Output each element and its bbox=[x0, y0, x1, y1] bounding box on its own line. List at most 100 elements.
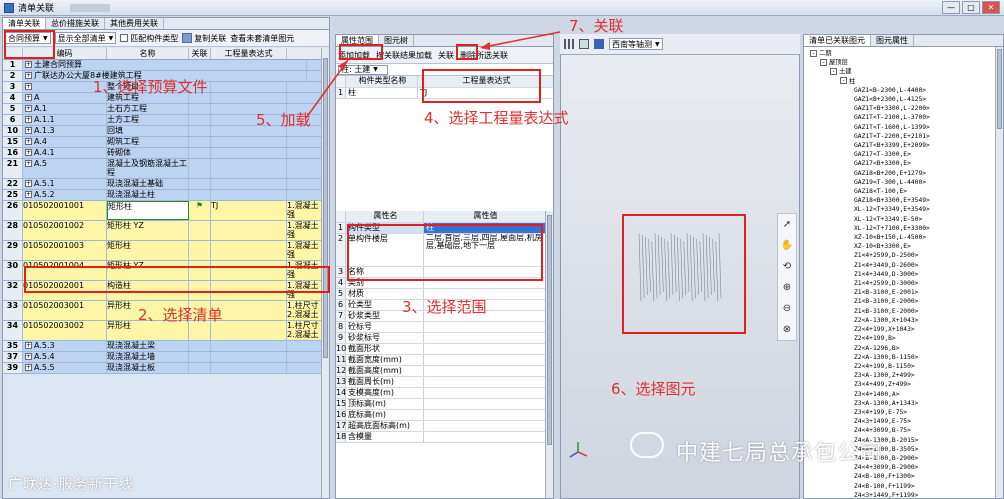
property-value[interactable] bbox=[424, 344, 545, 354]
collapse-icon[interactable]: - bbox=[840, 77, 847, 85]
table-row[interactable]: 35 + A.5.3 现浇混凝土梁 bbox=[3, 341, 327, 352]
property-row[interactable]: 14 支模高度(m) bbox=[336, 388, 545, 399]
tab-element-props[interactable]: 图元属性 bbox=[871, 35, 914, 46]
row-expression[interactable] bbox=[211, 159, 287, 178]
tree-item[interactable]: XZ-10<B+150,L-4500> bbox=[854, 233, 1003, 242]
right-scroll-thumb[interactable] bbox=[997, 49, 1002, 129]
model-column-line[interactable] bbox=[699, 240, 703, 293]
property-value[interactable] bbox=[424, 267, 545, 277]
model-column-line[interactable] bbox=[657, 234, 661, 296]
table-row[interactable]: 30 010502001004 矩形柱 YZ 1.混凝土强 bbox=[3, 261, 327, 281]
tree-item[interactable]: GAZ1<B+2300,L-4125> bbox=[854, 95, 1003, 104]
property-row[interactable]: 9 砂浆标号 bbox=[336, 333, 545, 344]
tree-item[interactable]: GAZ1<B-2300,L-4400> bbox=[854, 86, 1003, 95]
tree-item[interactable]: Z2<A-1296,B> bbox=[854, 344, 1003, 353]
row-expression[interactable] bbox=[211, 281, 287, 300]
tree-item[interactable]: Z2<A-1300,B-1150> bbox=[854, 353, 1003, 362]
tree-item[interactable]: XL-12<T+7100,E+3300> bbox=[854, 224, 1003, 233]
tab-attr-range[interactable]: 属性范围 bbox=[336, 35, 379, 46]
model-column-line[interactable] bbox=[686, 232, 690, 293]
property-row[interactable]: 3 名称 bbox=[336, 267, 545, 278]
zoom-all-icon[interactable]: ⊗ bbox=[780, 323, 794, 337]
property-row[interactable]: 18 含模量 bbox=[336, 432, 545, 443]
table-row[interactable]: 21 + A.5 混凝土及钢筋混凝土工程 bbox=[3, 159, 327, 179]
property-value[interactable] bbox=[424, 355, 545, 365]
row-name[interactable]: 现浇混凝土基础 bbox=[107, 179, 189, 189]
tree-item[interactable]: Z2<4+199,X+1043> bbox=[854, 325, 1003, 334]
row-expression[interactable] bbox=[211, 241, 287, 260]
3d-viewport[interactable] bbox=[560, 34, 800, 499]
model-column-line[interactable] bbox=[645, 236, 648, 296]
expand-icon[interactable]: + bbox=[25, 149, 32, 156]
property-value[interactable] bbox=[424, 421, 545, 431]
column-model-graphic[interactable] bbox=[561, 35, 801, 499]
property-row[interactable]: 13 截面周长(m) bbox=[336, 377, 545, 388]
model-column-line[interactable] bbox=[696, 238, 699, 296]
middle-scroll-thumb[interactable] bbox=[547, 215, 552, 445]
table-row[interactable]: 15 + A.4 砌筑工程 bbox=[3, 137, 327, 148]
model-column-line[interactable] bbox=[718, 232, 722, 299]
row-expression[interactable] bbox=[211, 261, 287, 280]
budget-select[interactable]: 合同预算 ▼ bbox=[5, 32, 51, 44]
close-button[interactable]: ✕ bbox=[982, 1, 1000, 14]
row-name[interactable]: 砖砌体 bbox=[107, 148, 189, 158]
table-row[interactable]: 28 010502001002 矩形柱 YZ 1.混凝土强 bbox=[3, 221, 327, 241]
tree-item[interactable]: Z1<4+2599,D-3000> bbox=[854, 279, 1003, 288]
model-column-line[interactable] bbox=[712, 238, 715, 293]
tab-linked-elements[interactable]: 清单已关联图元 bbox=[804, 35, 871, 46]
collapse-icon[interactable]: - bbox=[810, 49, 817, 57]
expand-icon[interactable]: + bbox=[25, 83, 32, 90]
expand-icon[interactable]: + bbox=[25, 353, 32, 360]
row-name[interactable]: 回填 bbox=[107, 126, 189, 136]
model-column-line[interactable] bbox=[667, 240, 671, 299]
table-row[interactable]: 1 + 土建合同预算 bbox=[3, 60, 327, 71]
collapse-icon[interactable]: - bbox=[820, 58, 827, 66]
middle-scrollbar[interactable] bbox=[545, 211, 553, 498]
minimize-button[interactable]: — bbox=[942, 1, 960, 14]
model-column-line[interactable] bbox=[661, 236, 664, 293]
property-value[interactable] bbox=[424, 432, 545, 442]
expand-icon[interactable]: + bbox=[25, 105, 32, 112]
tab-bill-link[interactable]: 清单关联 bbox=[3, 18, 46, 29]
tree-item[interactable]: Z3<4+199,E-75> bbox=[854, 408, 1003, 417]
table-row[interactable]: 25 + A.5.2 现浇混凝土柱 bbox=[3, 190, 327, 201]
property-row[interactable]: 4 类别 bbox=[336, 278, 545, 289]
model-column-line[interactable] bbox=[641, 234, 645, 299]
tree-item[interactable]: GAZ18<B+200,E+1279> bbox=[854, 169, 1003, 178]
tree-item[interactable]: GAZ1T<T-2200,E+2101> bbox=[854, 132, 1003, 141]
tree-item[interactable]: Z4<B-100,F+1300> bbox=[854, 472, 1003, 481]
table-row[interactable]: 39 + A.5.5 现浇混凝土板 bbox=[3, 363, 327, 374]
model-column-line[interactable] bbox=[689, 234, 693, 302]
row-expression[interactable] bbox=[211, 341, 287, 351]
expand-icon[interactable]: + bbox=[25, 342, 32, 349]
view-unlinked-button[interactable]: 查看未套清单图元 bbox=[230, 33, 294, 44]
property-row[interactable]: 1 构件类型柱 bbox=[336, 223, 545, 234]
row-expression[interactable] bbox=[211, 221, 287, 240]
view-select[interactable]: 西南等轴测 ▼ bbox=[609, 38, 663, 50]
row-expression[interactable] bbox=[211, 82, 287, 92]
link-button[interactable]: 关联 bbox=[438, 50, 454, 61]
row-name[interactable]: 矩形柱 YZ bbox=[107, 261, 189, 280]
tree-item[interactable]: XL-12<T+3349,E+3549> bbox=[854, 205, 1003, 214]
pan-hand-icon[interactable]: ✋ bbox=[780, 239, 794, 253]
tree-item[interactable]: Z3<A-1300,Z+499> bbox=[854, 371, 1003, 380]
tree-discipline[interactable]: - 土建 bbox=[808, 67, 1003, 76]
row-expression[interactable] bbox=[211, 137, 287, 147]
right-scrollbar[interactable] bbox=[995, 47, 1003, 498]
tree-item[interactable]: Z2<A-1300,X+1043> bbox=[854, 316, 1003, 325]
tree-item[interactable]: Z1<4+3449,D-2600> bbox=[854, 261, 1003, 270]
property-row[interactable]: 8 砼标号 bbox=[336, 322, 545, 333]
property-value[interactable] bbox=[424, 366, 545, 376]
row-name[interactable]: 构造柱 bbox=[107, 281, 189, 300]
property-value[interactable] bbox=[424, 278, 545, 288]
row-expression[interactable] bbox=[211, 179, 287, 189]
row-name[interactable]: 现浇混凝土板 bbox=[107, 363, 189, 373]
tab-total-measure-link[interactable]: 总价措施关联 bbox=[46, 18, 105, 29]
rotate-icon[interactable]: ⟲ bbox=[780, 260, 794, 274]
property-row[interactable]: 10 截面形状 bbox=[336, 344, 545, 355]
expand-icon[interactable]: + bbox=[25, 61, 32, 68]
property-value[interactable]: 柱 bbox=[424, 223, 545, 233]
tree-item[interactable]: Z3<4+1400,A> bbox=[854, 390, 1003, 399]
tree-item[interactable]: Z1<B-3100,E-2000> bbox=[854, 307, 1003, 316]
tree-item[interactable]: Z1<B-3100,E-2000> bbox=[854, 297, 1003, 306]
